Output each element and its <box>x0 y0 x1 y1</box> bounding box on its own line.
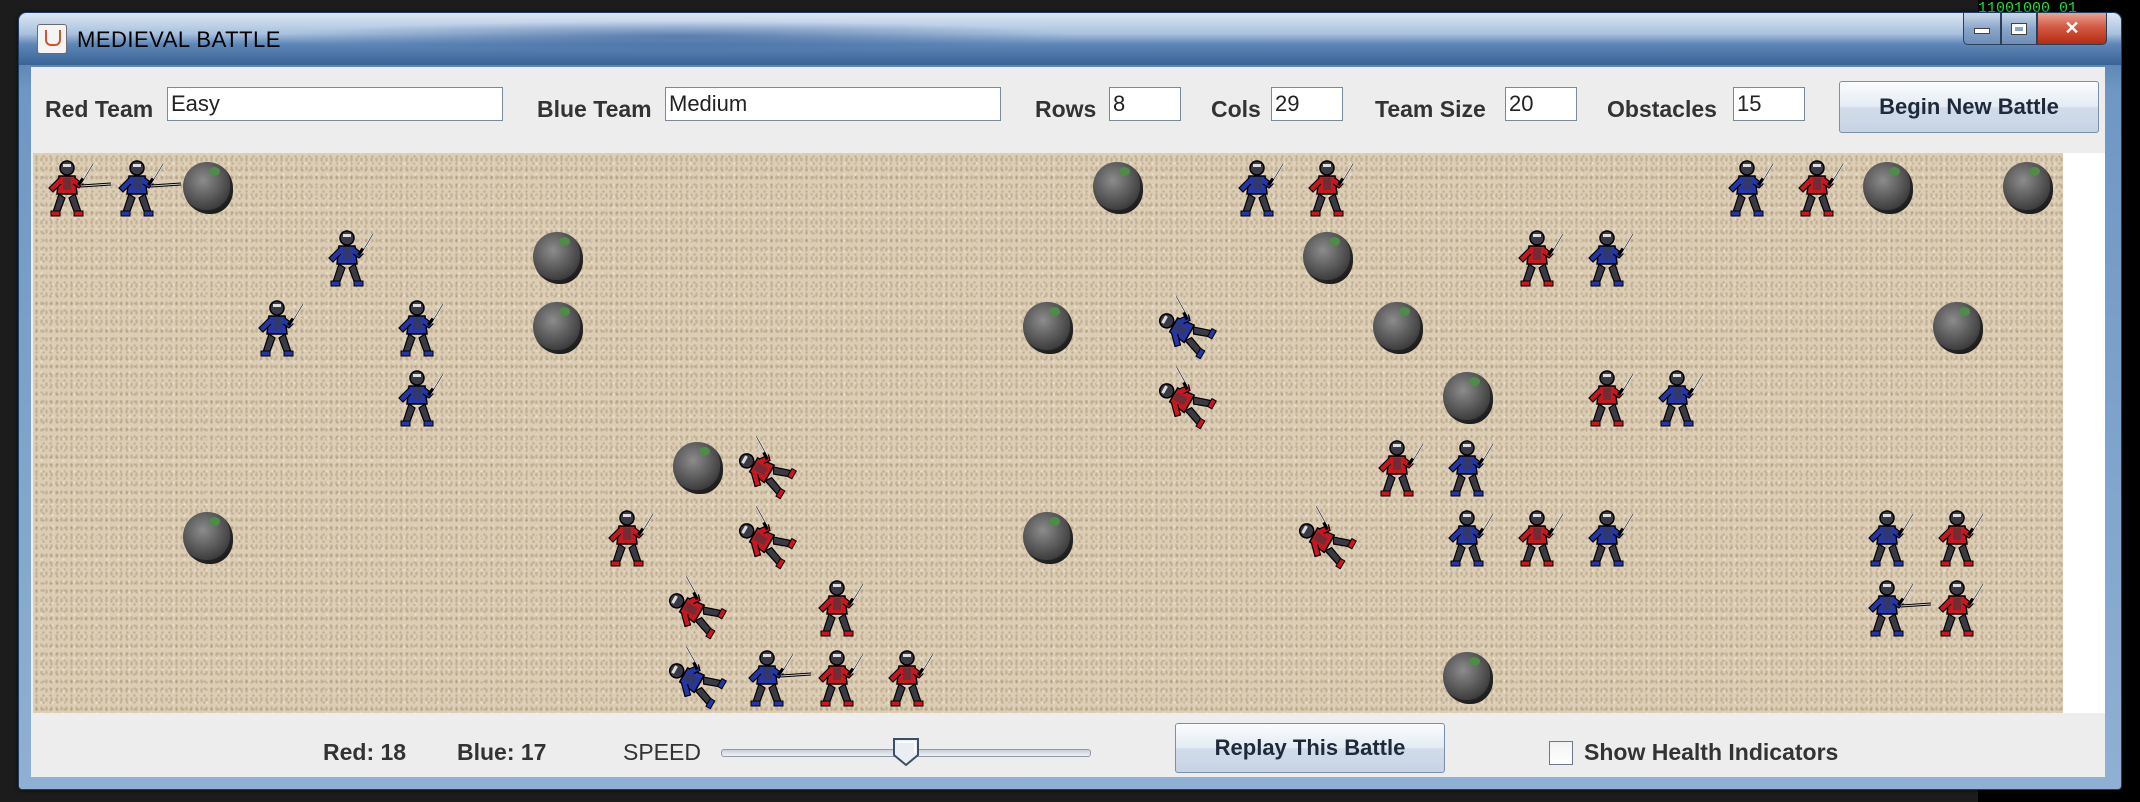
red-soldier <box>1157 365 1219 430</box>
health-indicators-checkbox[interactable] <box>1549 741 1573 765</box>
red-soldier <box>737 435 799 500</box>
red-soldier <box>597 506 659 570</box>
blue-soldier <box>1647 366 1709 430</box>
blue-soldier <box>1717 156 1779 220</box>
red-soldier <box>1507 506 1569 570</box>
blue-soldier <box>667 645 729 710</box>
cols-label: Cols <box>1211 96 1261 122</box>
red-soldier <box>1367 436 1429 500</box>
rock-obstacle <box>673 442 723 494</box>
rock-obstacle <box>2003 162 2053 214</box>
blue-soldier <box>1157 295 1219 360</box>
red-soldier <box>1927 576 1989 640</box>
red-count: Red: 18 <box>323 739 407 765</box>
blue-soldier <box>1437 436 1499 500</box>
close-button[interactable]: ✕ <box>2037 13 2107 45</box>
replay-battle-button[interactable]: Replay This Battle <box>1175 723 1445 773</box>
rock-obstacle <box>1863 162 1913 214</box>
rock-obstacle <box>1093 162 1143 214</box>
rock-obstacle <box>1023 302 1073 354</box>
blue-soldier <box>1857 576 1932 640</box>
rock-obstacle <box>1373 302 1423 354</box>
blue-soldier <box>317 226 379 290</box>
red-soldier <box>1297 156 1359 220</box>
blue-soldier <box>247 296 309 360</box>
obstacles-input[interactable] <box>1733 87 1805 121</box>
rock-obstacle <box>1443 652 1493 704</box>
blue-soldier <box>737 646 812 710</box>
red-soldier <box>37 156 112 220</box>
cols-input[interactable] <box>1271 87 1343 121</box>
blue-soldier <box>387 296 449 360</box>
app-window: MEDIEVAL BATTLE ✕ Red Team Blue Team Row… <box>18 12 2122 790</box>
red-team-input[interactable] <box>167 87 503 121</box>
java-cup-icon <box>37 24 67 54</box>
rock-obstacle <box>1023 512 1073 564</box>
red-soldier <box>807 576 869 640</box>
window-title: MEDIEVAL BATTLE <box>77 27 281 52</box>
blue-soldier <box>1577 226 1639 290</box>
red-soldier <box>1787 156 1849 220</box>
red-soldier <box>877 646 939 710</box>
blue-soldier <box>387 366 449 430</box>
maximize-icon <box>2011 23 2027 35</box>
battle-field[interactable] <box>33 153 2063 713</box>
rock-obstacle <box>1933 302 1983 354</box>
speed-label: SPEED <box>623 739 701 765</box>
speed-slider-thumb[interactable] <box>892 737 920 767</box>
content-pane: Red Team Blue Team Rows Cols Team Size O… <box>31 67 2105 777</box>
red-soldier <box>737 505 799 570</box>
blue-soldier <box>1857 506 1919 570</box>
settings-toolbar: Red Team Blue Team Rows Cols Team Size O… <box>31 67 2105 153</box>
obstacles-label: Obstacles <box>1607 96 1717 122</box>
red-soldier <box>1507 226 1569 290</box>
red-soldier <box>1577 366 1639 430</box>
rock-obstacle <box>1443 372 1493 424</box>
blue-soldier <box>1577 506 1639 570</box>
red-soldier <box>1927 506 1989 570</box>
rock-obstacle <box>533 302 583 354</box>
minimize-icon <box>1974 28 1990 34</box>
team-size-input[interactable] <box>1505 87 1577 121</box>
blue-team-input[interactable] <box>665 87 1001 121</box>
blue-team-label: Blue Team <box>537 96 652 122</box>
health-indicators-label: Show Health Indicators <box>1584 739 1839 765</box>
blue-soldier <box>1437 506 1499 570</box>
blue-soldier <box>107 156 182 220</box>
team-size-label: Team Size <box>1375 96 1486 122</box>
red-soldier <box>1297 505 1359 570</box>
title-bar[interactable]: MEDIEVAL BATTLE ✕ <box>19 13 2121 65</box>
rock-obstacle <box>533 232 583 284</box>
rock-obstacle <box>183 512 233 564</box>
minimize-button[interactable] <box>1963 13 2001 45</box>
maximize-button[interactable] <box>2001 13 2037 45</box>
rock-obstacle <box>1303 232 1353 284</box>
blue-soldier <box>1227 156 1289 220</box>
red-soldier <box>667 575 729 640</box>
rows-input[interactable] <box>1109 87 1181 121</box>
red-team-label: Red Team <box>45 96 154 122</box>
begin-new-battle-button[interactable]: Begin New Battle <box>1839 81 2099 133</box>
rock-obstacle <box>183 162 233 214</box>
status-bar: Red: 18 Blue: 17 SPEED Replay This Battl… <box>31 713 2105 777</box>
close-icon: ✕ <box>2064 18 2080 38</box>
blue-count: Blue: 17 <box>457 739 547 765</box>
rows-label: Rows <box>1035 96 1097 122</box>
red-soldier <box>807 646 869 710</box>
